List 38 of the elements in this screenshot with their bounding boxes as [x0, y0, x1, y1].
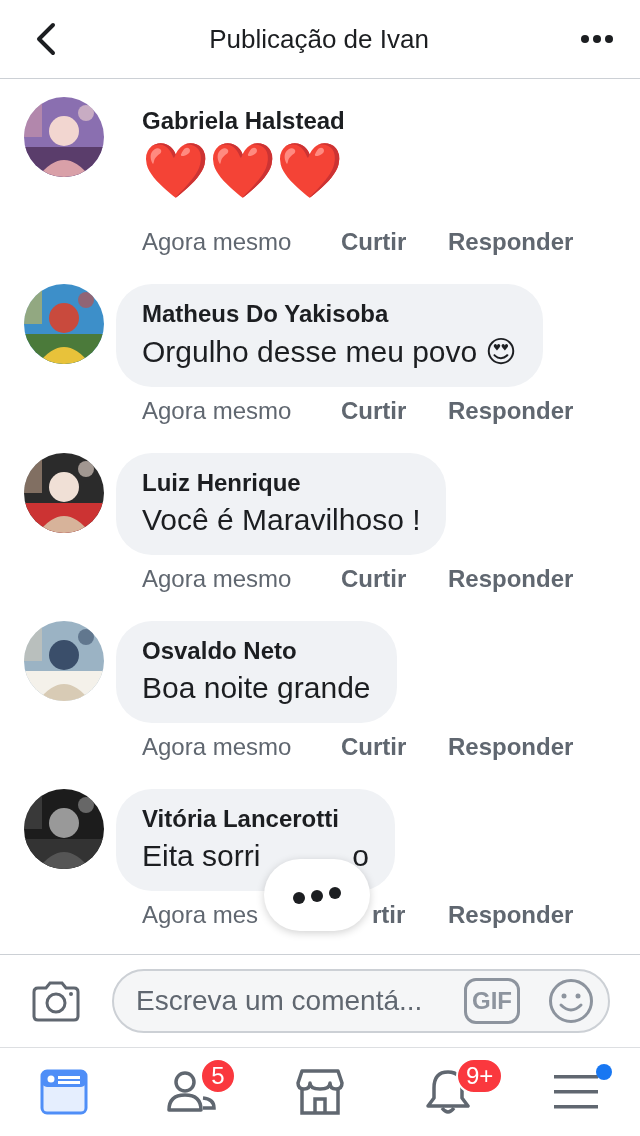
- commenter-name[interactable]: Gabriela Halstead: [142, 107, 548, 135]
- comment-time: Agora mesmo: [142, 228, 292, 257]
- comment-time: Agora mes: [142, 901, 259, 930]
- like-link[interactable]: Curtir: [341, 565, 407, 594]
- page-title: Publicação de Ivan: [209, 23, 429, 55]
- camera-icon[interactable]: [32, 980, 80, 1022]
- tab-button[interactable]: 5: [128, 1048, 256, 1136]
- news-feed-icon: [40, 1069, 88, 1115]
- count-badge: 5: [200, 1058, 236, 1094]
- like-link[interactable]: Curtir: [341, 733, 407, 762]
- menu-icon: [553, 1072, 599, 1112]
- reply-link[interactable]: Responder: [448, 901, 574, 930]
- comment-text: o: [352, 839, 370, 874]
- comment-time: Agora mesmo: [142, 565, 292, 594]
- comment-text: Você é Maravilhoso !: [142, 503, 421, 538]
- reply-link[interactable]: Responder: [448, 397, 574, 426]
- reply-link[interactable]: Responder: [448, 228, 574, 257]
- more-icon[interactable]: [580, 34, 614, 44]
- comment-time: Agora mesmo: [142, 733, 292, 762]
- commenter-name[interactable]: Matheus Do Yakisoba: [142, 300, 517, 329]
- comment-text: Eita sorri: [142, 839, 261, 874]
- comment-text: Boa noite grande: [142, 671, 371, 706]
- comment-text: ❤❤❤: [142, 141, 343, 201]
- comment-text: Orgulho desse meu povo 😍: [142, 334, 517, 370]
- shop-icon: [296, 1069, 344, 1115]
- count-badge: 9+: [456, 1058, 504, 1094]
- commenter-name[interactable]: Vitória Lancerotti: [142, 805, 370, 834]
- smiley-icon[interactable]: [548, 978, 594, 1024]
- commenter-name[interactable]: Luiz Henrique: [142, 469, 421, 498]
- commenter-name[interactable]: Osvaldo Neto: [142, 637, 371, 666]
- comment-time: Agora mesmo: [142, 397, 292, 426]
- tab-button[interactable]: 9+: [384, 1048, 512, 1136]
- like-link[interactable]: rtir: [372, 901, 406, 930]
- back-icon[interactable]: [34, 22, 58, 56]
- like-link[interactable]: Curtir: [341, 228, 407, 257]
- reply-link[interactable]: Responder: [448, 565, 574, 594]
- reply-link[interactable]: Responder: [448, 733, 574, 762]
- like-link[interactable]: Curtir: [341, 397, 407, 426]
